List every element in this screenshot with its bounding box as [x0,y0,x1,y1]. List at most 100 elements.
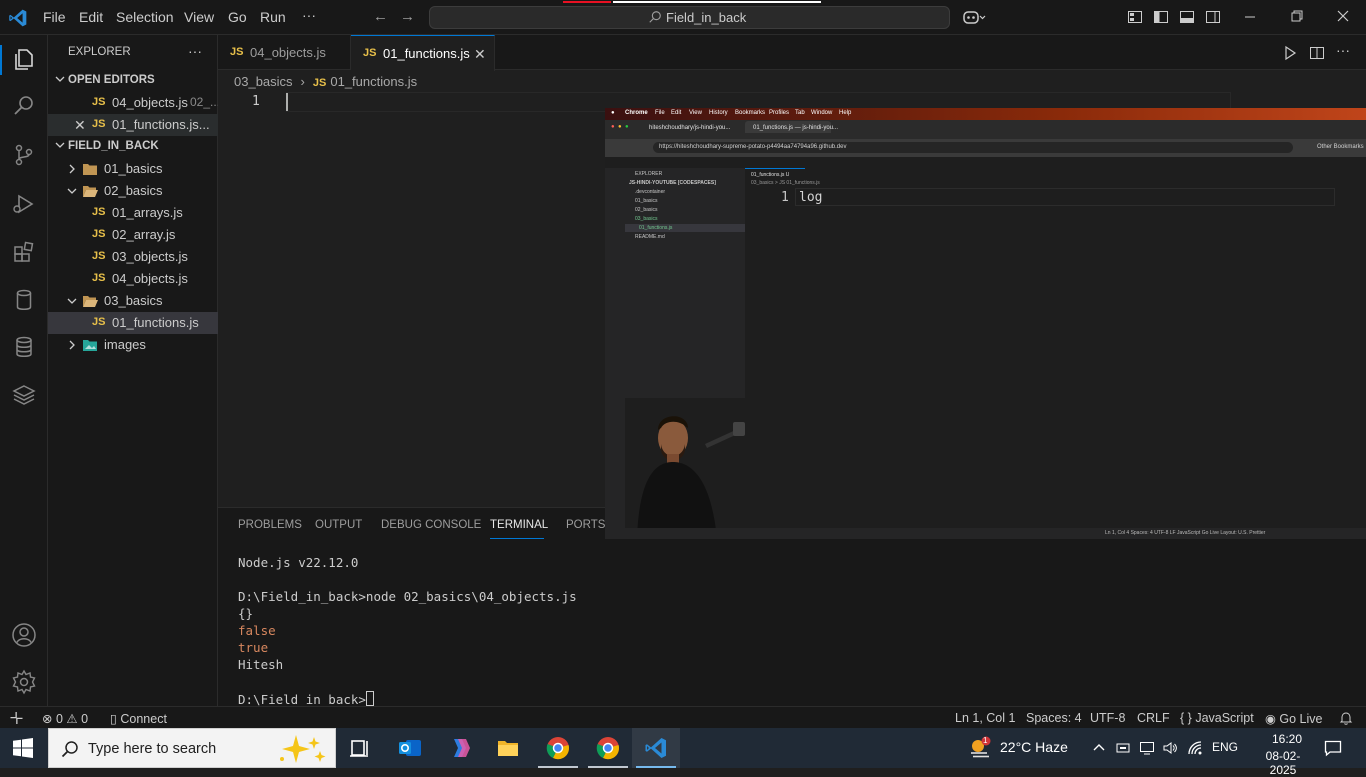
end-of-line[interactable]: CRLF [1137,711,1170,725]
terminal-prompt[interactable]: D:\Field_in_back> [238,691,374,707]
forward-arrow-icon[interactable]: → [400,8,415,25]
tab-01-functions[interactable]: JS 01_functions.js ✕ [351,35,495,71]
explorer-icon[interactable] [10,45,38,73]
go-live-button[interactable]: ◉ Go Live [1265,711,1323,726]
presenter-webcam-image [625,398,745,539]
toggle-secondary-sidebar-icon[interactable] [1205,9,1221,25]
open-editor-item[interactable]: JS 04_objects.js 02_... [48,92,218,114]
menu-more[interactable]: ··· [302,7,316,23]
menu-go[interactable]: Go [228,9,247,25]
menu-run[interactable]: Run [260,9,286,25]
sql-database-icon[interactable] [10,333,38,361]
wifi-icon[interactable] [1187,740,1203,756]
database-icon[interactable] [10,286,38,314]
file-01-arrays[interactable]: JS 01_arrays.js [48,202,218,224]
split-editor-icon[interactable] [1309,45,1325,61]
volume-icon[interactable] [1162,740,1178,756]
folder-01-basics[interactable]: 01_basics [48,158,218,180]
weather-text[interactable]: 22°C Haze [1000,739,1068,755]
workspace-header[interactable]: FIELD_IN_BACK [48,136,218,158]
close-editor-icon[interactable]: ✕ [74,117,86,134]
open-editors-header[interactable]: OPEN EDITORS [48,70,218,92]
overlay-current-line [795,188,1335,206]
remote-indicator-icon[interactable] [0,707,33,729]
accounts-icon[interactable] [10,621,38,649]
breadcrumb-folder[interactable]: 03_basics [234,74,293,89]
editor-tab-bar: JS 04_objects.js JS 01_functions.js ✕ ··… [218,35,1366,71]
indentation[interactable]: Spaces: 4 [1026,711,1082,725]
windows-start-icon[interactable] [13,738,33,758]
overlay-strip-white [613,1,821,3]
search-icon[interactable] [10,92,38,120]
menu-edit[interactable]: Edit [79,9,103,25]
restore-icon[interactable] [1289,8,1305,24]
taskbar-file-explorer[interactable] [484,728,532,768]
panel-tab-output[interactable]: OUTPUT [315,519,362,531]
file-label: 01_functions.js [112,315,199,330]
run-file-icon[interactable] [1282,45,1298,61]
overlay-menu-item: Bookmarks [735,110,766,116]
copilot-icon[interactable] [962,9,986,25]
settings-gear-icon[interactable] [10,668,38,696]
panel-tab-terminal[interactable]: TERMINAL [490,519,548,531]
sidebar-more-button[interactable]: ··· [188,43,202,59]
terminal-line: false [238,623,276,638]
menu-selection[interactable]: Selection [116,9,174,25]
close-tab-icon[interactable]: ✕ [474,46,486,63]
file-01-functions[interactable]: JS 01_functions.js [48,312,218,334]
command-center-search[interactable]: Field_in_back [429,1,950,29]
folder-label: 03_basics [104,293,163,308]
windows-taskbar: Type here to search 1 22°C Haze ENG 16:2… [0,728,1366,777]
input-language[interactable]: ENG [1212,740,1238,754]
overlay-sidebar-repo: JS-HINDI-YOUTUBE [CODESPACES] [629,180,716,186]
clock-time[interactable]: 16:20 [1263,732,1311,746]
taskbar-copilot[interactable] [436,728,484,768]
weather-haze-icon[interactable] [968,736,992,760]
chevron-up-icon[interactable] [1091,740,1107,756]
toggle-panel-icon[interactable] [1179,9,1195,25]
file-02-array[interactable]: JS 02_array.js [48,224,218,246]
overlay-sidebar-item: 02_basics [635,207,658,213]
network-adapter-icon[interactable] [1115,740,1131,756]
more-actions-icon[interactable]: ··· [1336,42,1352,58]
folder-images[interactable]: images [48,334,218,356]
taskbar-outlook[interactable] [386,728,434,768]
layers-icon[interactable] [10,381,38,409]
encoding[interactable]: UTF-8 [1090,711,1125,725]
file-03-objects[interactable]: JS 03_objects.js [48,246,218,268]
customize-layout-icon[interactable] [1127,9,1143,25]
panel-tab-problems[interactable]: PROBLEMS [238,519,302,531]
notification-center-icon[interactable] [1324,739,1342,757]
minimize-icon[interactable] [1242,8,1258,24]
file-04-objects[interactable]: JS 04_objects.js [48,268,218,290]
clock-date[interactable]: 08-02-2025 [1253,749,1313,777]
task-view-button[interactable] [336,728,384,768]
run-and-debug-icon[interactable] [10,190,38,218]
close-window-icon[interactable] [1335,8,1351,24]
js-file-icon: JS [92,228,106,240]
extensions-icon[interactable] [10,238,38,266]
panel-tab-debug-console[interactable]: DEBUG CONSOLE [381,519,481,531]
taskbar-chrome-2[interactable] [584,728,632,768]
open-editor-item-active[interactable]: ✕ JS 01_functions.js... [48,114,218,136]
breadcrumb-file[interactable]: 01_functions.js [330,74,417,89]
problems-indicator[interactable]: ⊗ 0 ⚠ 0 [42,711,88,726]
menu-view[interactable]: View [184,9,214,25]
taskbar-search-box[interactable]: Type here to search [48,728,336,768]
toggle-primary-sidebar-icon[interactable] [1153,9,1169,25]
display-icon[interactable] [1139,740,1155,756]
back-arrow-icon[interactable]: ← [373,8,388,25]
taskbar-vscode[interactable] [632,728,680,768]
folder-02-basics[interactable]: 02_basics [48,180,218,202]
language-mode[interactable]: { } JavaScript [1180,711,1254,725]
connect-button[interactable]: ▯ Connect [110,711,167,726]
panel-tab-ports[interactable]: PORTS [566,519,605,531]
taskbar-chrome-1[interactable] [534,728,582,768]
tab-04-objects[interactable]: JS 04_objects.js [218,35,351,70]
source-control-icon[interactable] [10,141,38,169]
folder-03-basics[interactable]: 03_basics [48,290,218,312]
status-bar: ⊗ 0 ⚠ 0 ▯ Connect Ln 1, Col 1 Spaces: 4 … [0,706,1366,728]
cursor-position[interactable]: Ln 1, Col 1 [955,711,1015,725]
menu-file[interactable]: File [43,9,66,25]
notifications-bell-icon[interactable] [1338,710,1354,726]
